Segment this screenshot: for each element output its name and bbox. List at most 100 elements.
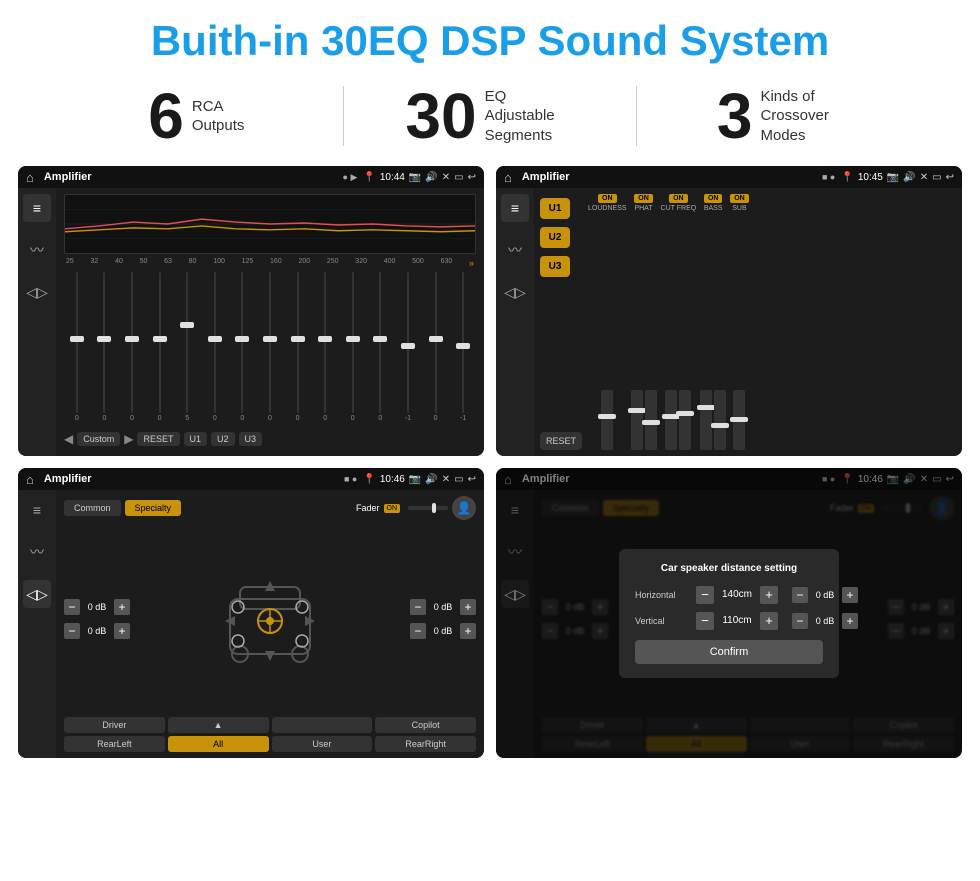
u1-button[interactable]: U1 xyxy=(540,198,570,219)
v-db-plus[interactable]: + xyxy=(842,613,858,629)
h-db-minus[interactable]: − xyxy=(792,587,808,603)
slider-500[interactable]: 0 xyxy=(423,272,449,422)
db-fl-minus[interactable]: − xyxy=(64,599,80,615)
home-icon-3[interactable]: ⌂ xyxy=(26,472,34,487)
sidebar-wave-icon-3[interactable]: 〰 xyxy=(23,538,51,566)
db-rl-value: 0 dB xyxy=(83,626,111,636)
db-fl-plus[interactable]: + xyxy=(114,599,130,615)
slider-63[interactable]: 5 xyxy=(174,272,200,422)
rearleft-btn[interactable]: RearLeft xyxy=(64,736,165,752)
slider-32[interactable]: 0 xyxy=(92,272,118,422)
phat-slider-f[interactable] xyxy=(645,390,657,450)
volume-icon-3: 🔊 xyxy=(425,474,437,485)
bass-slider-g[interactable] xyxy=(700,390,712,450)
copilot-btn[interactable]: Copilot xyxy=(375,717,476,733)
slider-40[interactable]: 0 xyxy=(119,272,145,422)
speaker-left-sidebar: ≡ 〰 ◁▷ xyxy=(18,490,56,758)
speaker-distance-dialog: Car speaker distance setting Horizontal … xyxy=(619,549,839,678)
bass-slider-f[interactable] xyxy=(714,390,726,450)
slider-100[interactable]: 0 xyxy=(230,272,256,422)
db-rl-plus[interactable]: + xyxy=(114,623,130,639)
u3-btn[interactable]: U3 xyxy=(239,432,263,446)
crossover-reset[interactable]: RESET xyxy=(540,432,582,450)
slider-630[interactable]: -1 xyxy=(450,272,476,422)
loudness-label: LOUDNESS xyxy=(588,205,627,212)
right-db-controls: − 0 dB + − 0 dB + xyxy=(410,526,476,711)
slider-80[interactable]: 0 xyxy=(202,272,228,422)
custom-preset[interactable]: Custom xyxy=(77,432,120,446)
vertical-db-right: − 0 dB + xyxy=(792,613,858,629)
crossover-main-content: U1 U2 U3 RESET ON LOUDNESS xyxy=(534,188,962,456)
volume-icon-2: 🔊 xyxy=(903,172,915,183)
home-icon-2[interactable]: ⌂ xyxy=(504,170,512,185)
reset-btn[interactable]: RESET xyxy=(137,432,179,446)
db-fr-plus[interactable]: + xyxy=(460,599,476,615)
u1-btn[interactable]: U1 xyxy=(184,432,208,446)
sidebar-eq-icon[interactable]: ≡ xyxy=(23,194,51,222)
screen-eq: ⌂ Amplifier ● ▶ 📍 10:44 📷 🔊 ✕ ▭ ↩ ≡ 〰 ◁▷ xyxy=(18,166,484,456)
vertical-plus[interactable]: + xyxy=(760,612,778,630)
stat-crossover-number: 3 xyxy=(717,84,753,148)
vertical-label: Vertical xyxy=(635,616,690,626)
slider-200[interactable]: 0 xyxy=(312,272,338,422)
user-btn[interactable]: User xyxy=(272,736,373,752)
loudness-slider[interactable] xyxy=(601,390,613,450)
db-rr-minus[interactable]: − xyxy=(410,623,426,639)
back-icon: ↩ xyxy=(468,172,476,183)
location-icon-3: 📍 xyxy=(363,474,375,485)
up-btn[interactable]: ▲ xyxy=(168,717,269,733)
specialty-tab[interactable]: Specialty xyxy=(125,500,182,516)
vertical-minus[interactable]: − xyxy=(696,612,714,630)
next-arrow[interactable]: ▶ xyxy=(124,432,133,446)
confirm-button[interactable]: Confirm xyxy=(635,640,823,664)
phat-slider-g[interactable] xyxy=(631,390,643,450)
sidebar-speaker-icon-3[interactable]: ◁▷ xyxy=(23,580,51,608)
camera-icon: 📷 xyxy=(409,172,421,183)
person-icon[interactable]: 👤 xyxy=(452,496,476,520)
slider-125[interactable]: 0 xyxy=(257,272,283,422)
u3-button[interactable]: U3 xyxy=(540,256,570,277)
speaker-main-content: Common Specialty Fader ON 👤 xyxy=(56,490,484,758)
eq-bottom-controls: ◀ Custom ▶ RESET U1 U2 U3 xyxy=(64,428,476,450)
slider-400[interactable]: -1 xyxy=(395,272,421,422)
sidebar-wave-icon-2[interactable]: 〰 xyxy=(501,236,529,264)
screenshots-grid: ⌂ Amplifier ● ▶ 📍 10:44 📷 🔊 ✕ ▭ ↩ ≡ 〰 ◁▷ xyxy=(0,166,980,768)
sidebar-eq-icon-2[interactable]: ≡ xyxy=(501,194,529,222)
spacer xyxy=(540,285,582,424)
sub-slider-g[interactable] xyxy=(733,390,745,450)
u2-button[interactable]: U2 xyxy=(540,227,570,248)
driver-btn[interactable]: Driver xyxy=(64,717,165,733)
x-icon: ✕ xyxy=(442,172,450,183)
speaker-app-title: Amplifier xyxy=(44,473,338,485)
fader-slider[interactable] xyxy=(408,506,448,510)
slider-25[interactable]: 0 xyxy=(64,272,90,422)
sidebar-eq-icon-3[interactable]: ≡ xyxy=(23,496,51,524)
common-tab[interactable]: Common xyxy=(64,500,121,516)
v-db-minus[interactable]: − xyxy=(792,613,808,629)
rearright-btn[interactable]: RearRight xyxy=(375,736,476,752)
home-icon[interactable]: ⌂ xyxy=(26,170,34,185)
prev-arrow[interactable]: ◀ xyxy=(64,432,73,446)
eq-sliders: 0 0 0 0 5 0 0 0 0 0 0 0 -1 0 -1 xyxy=(64,272,476,424)
cutfreq-slider-f[interactable] xyxy=(665,390,677,450)
h-db-plus[interactable]: + xyxy=(842,587,858,603)
bass-label: BASS xyxy=(704,205,723,212)
horizontal-minus[interactable]: − xyxy=(696,586,714,604)
sidebar-speaker-icon-2[interactable]: ◁▷ xyxy=(501,278,529,306)
u2-btn[interactable]: U2 xyxy=(211,432,235,446)
slider-320[interactable]: 0 xyxy=(368,272,394,422)
cutfreq-slider-g[interactable] xyxy=(679,390,691,450)
db-rl-minus[interactable]: − xyxy=(64,623,80,639)
slider-160[interactable]: 0 xyxy=(285,272,311,422)
db-fr-minus[interactable]: − xyxy=(410,599,426,615)
camera-icon-2: 📷 xyxy=(887,172,899,183)
sidebar-wave-icon[interactable]: 〰 xyxy=(23,236,51,264)
all-btn[interactable]: All xyxy=(168,736,269,752)
db-control-rl: − 0 dB + xyxy=(64,623,130,639)
stats-row: 6 RCAOutputs 30 EQ AdjustableSegments 3 … xyxy=(0,74,980,166)
db-rr-plus[interactable]: + xyxy=(460,623,476,639)
horizontal-plus[interactable]: + xyxy=(760,586,778,604)
slider-250[interactable]: 0 xyxy=(340,272,366,422)
slider-50[interactable]: 0 xyxy=(147,272,173,422)
sidebar-speaker-icon[interactable]: ◁▷ xyxy=(23,278,51,306)
